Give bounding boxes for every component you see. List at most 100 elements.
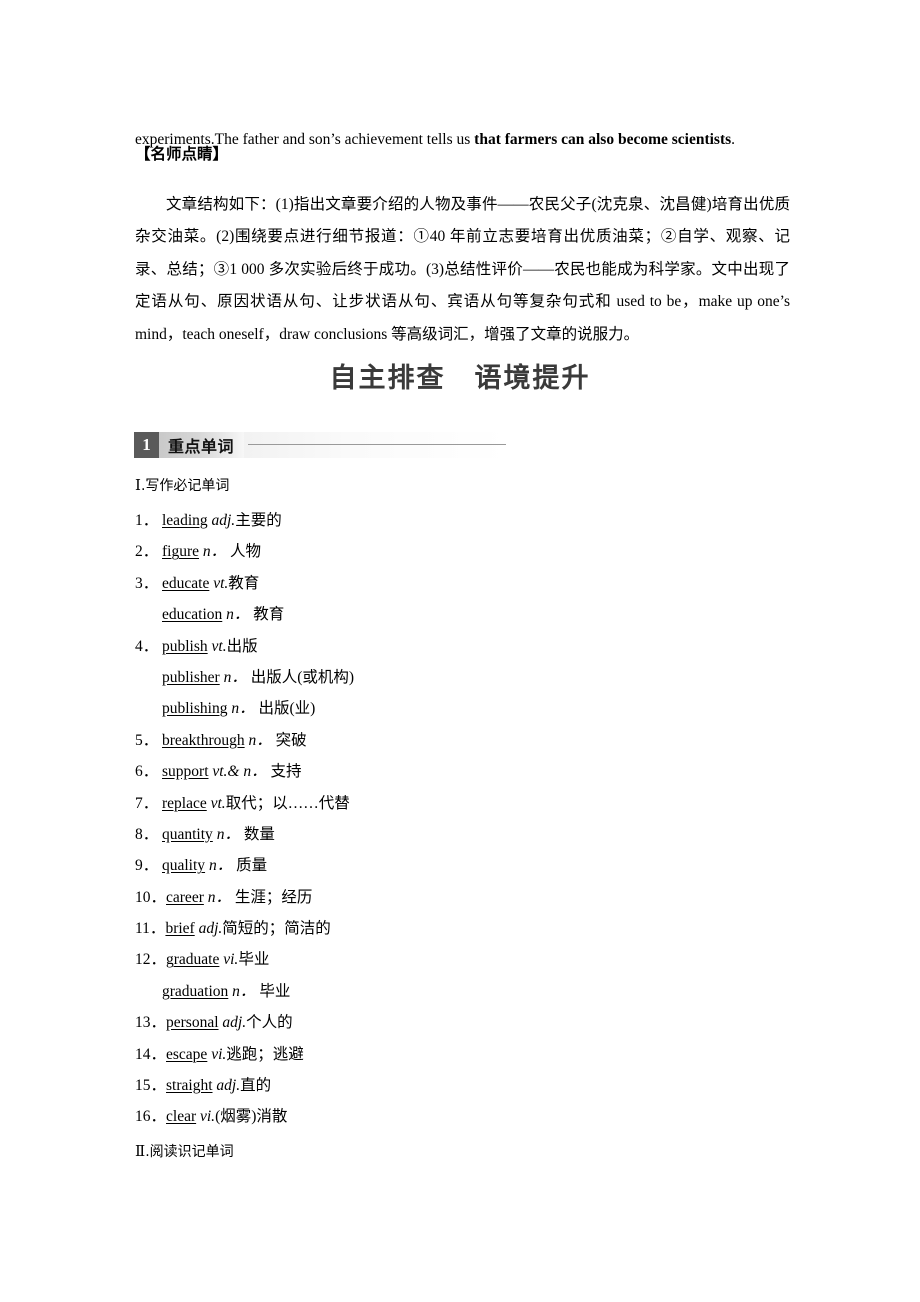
vocabulary-index: 2．	[135, 543, 159, 561]
vocabulary-row: publisher n． 出版人(或机构)	[135, 662, 775, 693]
vocabulary-index: 11．	[135, 920, 166, 938]
vocabulary-part-of-speech: n．	[223, 668, 247, 686]
vocabulary-part-of-speech: n．	[226, 606, 250, 624]
vocabulary-definition: 取代；以……代替	[225, 794, 350, 812]
vocabulary-row: education n． 教育	[135, 599, 775, 630]
vocabulary-row: 10．career n． 生涯；经历	[135, 882, 775, 913]
vocabulary-row: graduation n． 毕业	[135, 976, 775, 1007]
vocabulary-row: 4． publish vt.出版	[135, 631, 775, 662]
page-title: 自主排查 语境提升	[329, 363, 591, 394]
vocabulary-row: 12．graduate vi.毕业	[135, 944, 775, 975]
vocabulary-row: 16．clear vi.(烟雾)消散	[135, 1101, 775, 1132]
vocabulary-part-of-speech: vi.	[211, 1045, 227, 1063]
section-number-badge: 1	[134, 431, 159, 458]
vocabulary-part-of-speech: n．	[202, 543, 227, 561]
vocabulary-definition: 个人的	[246, 1014, 293, 1032]
vocabulary-definition: 出版	[226, 637, 258, 655]
vocabulary-index: 9．	[135, 857, 159, 875]
vocabulary-definition: 教育	[228, 574, 260, 592]
vocabulary-row: 6． support vt.& n． 支持	[135, 756, 775, 787]
vocabulary-term: education	[162, 606, 223, 624]
vocabulary-index: 3．	[135, 574, 159, 592]
vocabulary-index: 16．	[135, 1108, 167, 1126]
vocabulary-term: career	[166, 888, 204, 906]
vocabulary-term: clear	[166, 1108, 197, 1126]
vocabulary-row: 3． educate vt.教育	[135, 568, 775, 599]
vocabulary-row: 7． replace vt.取代；以……代替	[135, 788, 775, 819]
vocabulary-term: leading	[162, 512, 208, 529]
continuation-paragraph: experiments.The father and son’s achieve…	[135, 124, 790, 156]
vocabulary-index: 14．	[135, 1045, 167, 1063]
vocabulary-term: replace	[162, 794, 207, 812]
vocabulary-index: 12．	[135, 951, 167, 969]
vocabulary-part-of-speech: n．	[231, 700, 255, 718]
subheading-reading-words: Ⅱ.阅读识记单词	[135, 1141, 234, 1161]
vocabulary-row: 8． quantity n． 数量	[135, 819, 775, 850]
vocabulary-row: 11．brief adj.简短的；简洁的	[135, 913, 775, 944]
vocabulary-term: graduation	[162, 982, 229, 1000]
vocabulary-definition: 逃跑；逃避	[226, 1045, 304, 1063]
vocabulary-row: 1． leading adj.主要的	[135, 505, 775, 536]
vocabulary-index: 1．	[135, 512, 159, 529]
vocabulary-definition: 直的	[240, 1077, 272, 1095]
vocabulary-definition: 质量	[236, 857, 268, 875]
vocabulary-term: publish	[162, 637, 208, 655]
vocabulary-part-of-speech: vi.	[223, 951, 239, 969]
vocabulary-part-of-speech: vt.	[211, 637, 227, 655]
section-label-wrap: 重点单词	[159, 431, 245, 458]
subheading-two-numeral: Ⅱ	[135, 1144, 146, 1160]
vocabulary-term: figure	[162, 543, 200, 561]
vocabulary-term: publishing	[162, 700, 228, 718]
vocabulary-index: 10．	[135, 888, 167, 906]
subheading-one-text: .写作必记单词	[140, 478, 230, 494]
subheading-two-text: .阅读识记单词	[145, 1144, 234, 1160]
vocabulary-definition: 支持	[270, 763, 302, 781]
vocabulary-term: publisher	[162, 668, 220, 686]
continuation-plain-after: .	[731, 130, 736, 148]
vocabulary-index: 8．	[135, 825, 159, 843]
vocabulary-row: 14．escape vi.逃跑；逃避	[135, 1039, 775, 1070]
vocabulary-definition: 人物	[230, 543, 262, 561]
vocabulary-part-of-speech: n．	[216, 825, 240, 843]
vocabulary-definition: 毕业	[238, 951, 270, 969]
vocabulary-definition: 突破	[275, 731, 307, 749]
document-page: experiments.The father and son’s achieve…	[0, 0, 920, 1302]
vocabulary-row: 5． breakthrough n． 突破	[135, 725, 775, 756]
vocabulary-definition: 生涯；经历	[234, 888, 313, 906]
vocabulary-definition: 教育	[253, 606, 285, 624]
vocabulary-index: 6．	[135, 763, 159, 781]
vocabulary-part-of-speech: n．	[232, 982, 256, 1000]
vocabulary-row: 15．straight adj.直的	[135, 1070, 775, 1101]
vocabulary-term: straight	[166, 1077, 213, 1095]
vocabulary-term: quantity	[162, 825, 213, 843]
vocabulary-row: 2． figure n． 人物	[135, 536, 775, 567]
vocabulary-index: 4．	[135, 637, 159, 655]
vocabulary-term: breakthrough	[162, 731, 245, 749]
vocabulary-definition: 出版人(或机构)	[250, 668, 355, 686]
vocabulary-part-of-speech: n．	[248, 731, 272, 749]
vocabulary-row: 13．personal adj.个人的	[135, 1007, 775, 1038]
vocabulary-definition: 毕业	[259, 982, 291, 1000]
vocabulary-definition: 简短的；简洁的	[222, 920, 331, 938]
vocabulary-part-of-speech: vt.& n．	[212, 763, 267, 781]
tip-body-paragraph: 文章结构如下：(1)指出文章要介绍的人物及事件——农民父子(沈克泉、沈昌健)培育…	[135, 195, 790, 343]
vocabulary-index: 5．	[135, 731, 159, 749]
continuation-bold-clause: that farmers can also become scientists	[474, 130, 732, 148]
subheading-writing-words: Ⅰ.写作必记单词	[135, 475, 229, 495]
vocabulary-term: escape	[166, 1045, 208, 1063]
vocabulary-part-of-speech: adj.	[216, 1077, 241, 1095]
vocabulary-part-of-speech: n．	[207, 888, 231, 906]
vocabulary-row: publishing n． 出版(业)	[135, 693, 775, 724]
vocabulary-term: support	[162, 763, 209, 781]
vocabulary-list: 1． leading adj.主要的 2． figure n． 人物 3． educate…	[135, 505, 775, 1133]
vocabulary-definition: 主要的	[235, 512, 282, 529]
vocabulary-index: 15．	[135, 1077, 167, 1095]
vocabulary-part-of-speech: adj.	[211, 512, 236, 529]
section-header: 1 重点单词	[134, 431, 506, 458]
vocabulary-part-of-speech: adj.	[222, 1014, 247, 1032]
vocabulary-index: 13．	[135, 1014, 167, 1032]
vocabulary-term: quality	[162, 857, 206, 875]
vocabulary-part-of-speech: adj.	[198, 920, 223, 938]
vocabulary-term: personal	[166, 1014, 219, 1032]
section-label: 重点单词	[168, 436, 235, 456]
